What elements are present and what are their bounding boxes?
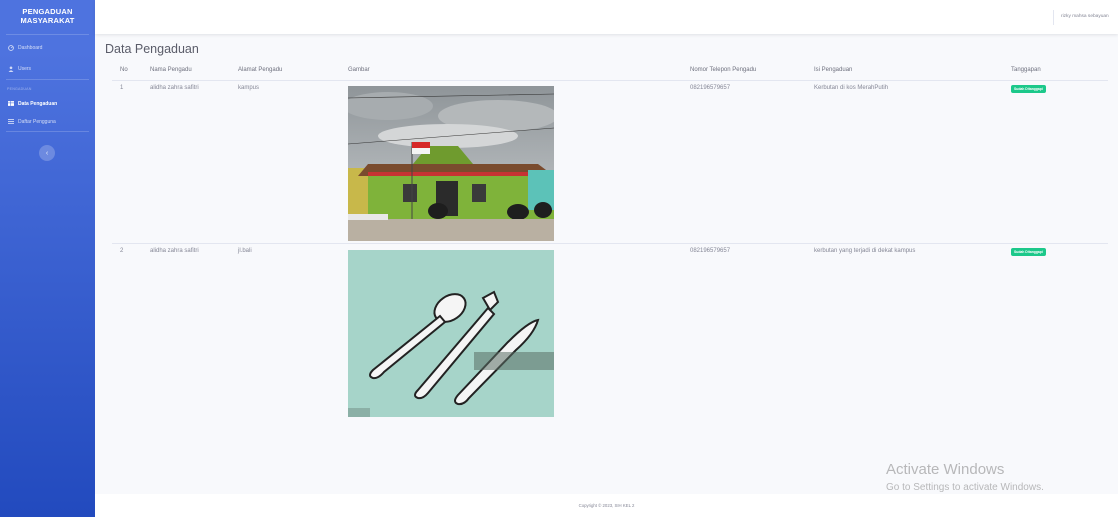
sidebar-divider bbox=[6, 131, 89, 132]
dashboard-icon bbox=[7, 44, 14, 51]
brand-line-2: MASYARAKAT bbox=[20, 16, 75, 25]
complaint-photo-cutlery bbox=[348, 250, 554, 417]
sidebar-item-data-pengaduan[interactable]: Data Pengaduan bbox=[0, 95, 95, 112]
sidebar-toggle-button[interactable]: ‹ bbox=[39, 145, 55, 161]
row-number: 2 bbox=[120, 248, 124, 254]
column-header: Nomor Telepon Pengadu bbox=[690, 67, 757, 73]
footer: Copyright © 2023, SIH KEL 2 bbox=[95, 494, 1118, 517]
sidebar-divider bbox=[6, 34, 89, 35]
row-alamat: kampus bbox=[238, 85, 260, 91]
tanggapan-cell: Sudah Ditanggapi bbox=[1011, 248, 1046, 256]
row-nama: alidha zahra safitri bbox=[150, 248, 199, 254]
user-icon bbox=[7, 65, 14, 72]
table-row: 2 alidha zahra safitri jl.bali 082196579… bbox=[112, 244, 1108, 419]
chevron-left-icon: ‹ bbox=[45, 149, 49, 157]
table-row: 1 alidha zahra safitri kampus 0821965796… bbox=[112, 81, 1108, 244]
topbar-divider bbox=[1053, 10, 1054, 25]
row-isi: Kerbutan di kos MerahPutih bbox=[814, 85, 889, 91]
windows-activation-watermark: Activate Windows Go to Settings to activ… bbox=[886, 461, 1044, 493]
column-header: Gambar bbox=[348, 67, 370, 73]
copyright-text: Copyright © 2023, SIH KEL 2 bbox=[578, 503, 635, 508]
sidebar-item-users[interactable]: Users bbox=[0, 58, 95, 79]
column-header: Nama Pengadu bbox=[150, 67, 192, 73]
complaints-table: No Nama Pengadu Alamat Pengadu Gambar No… bbox=[112, 62, 1108, 419]
status-badge: Sudah Ditanggapi bbox=[1011, 248, 1046, 256]
row-alamat: jl.bali bbox=[238, 248, 252, 254]
sidebar-heading: PENGADUAN bbox=[7, 87, 32, 91]
complaint-photo-building bbox=[348, 86, 554, 241]
user-name[interactable]: rizky mahsa sebayuan bbox=[1061, 14, 1109, 19]
sidebar-brand[interactable]: PENGADUAN MASYARAKAT bbox=[0, 0, 95, 34]
sidebar-item-label: Daftar Pengguna bbox=[18, 118, 56, 125]
row-isi: kerbutan yang terjadi di dekat kampus bbox=[814, 248, 916, 254]
table-header: No Nama Pengadu Alamat Pengadu Gambar No… bbox=[112, 62, 1108, 81]
column-header: Alamat Pengadu bbox=[238, 67, 283, 73]
sidebar-item-dashboard[interactable]: Dashboard bbox=[0, 37, 95, 58]
watermark-line-2: Go to Settings to activate Windows. bbox=[886, 482, 1044, 493]
row-number: 1 bbox=[120, 85, 124, 91]
row-telepon: 082196579657 bbox=[690, 85, 731, 91]
column-header: Tanggapan bbox=[1011, 67, 1041, 73]
sidebar-item-label: Users bbox=[18, 65, 32, 72]
watermark-line-1: Activate Windows bbox=[886, 461, 1005, 478]
list-icon bbox=[7, 119, 14, 125]
tanggapan-cell: Sudah Ditanggapi bbox=[1011, 85, 1046, 93]
sidebar-item-daftar-pengguna[interactable]: Daftar Pengguna bbox=[0, 112, 95, 131]
status-badge: Sudah Ditanggapi bbox=[1011, 85, 1046, 93]
column-header: No bbox=[120, 67, 128, 73]
row-nama: alidha zahra safitri bbox=[150, 85, 199, 91]
column-header: Isi Pengaduan bbox=[814, 67, 853, 73]
table-icon bbox=[7, 101, 14, 107]
sidebar-item-label: Data Pengaduan bbox=[18, 100, 58, 107]
topbar: rizky mahsa sebayuan bbox=[95, 0, 1118, 34]
brand-line-1: PENGADUAN bbox=[22, 7, 73, 16]
sidebar-item-label: Dashboard bbox=[18, 44, 43, 51]
sidebar: PENGADUAN MASYARAKAT Dashboard Users PEN… bbox=[0, 0, 95, 517]
row-telepon: 082196579657 bbox=[690, 248, 731, 254]
page-title: Data Pengaduan bbox=[105, 42, 199, 56]
